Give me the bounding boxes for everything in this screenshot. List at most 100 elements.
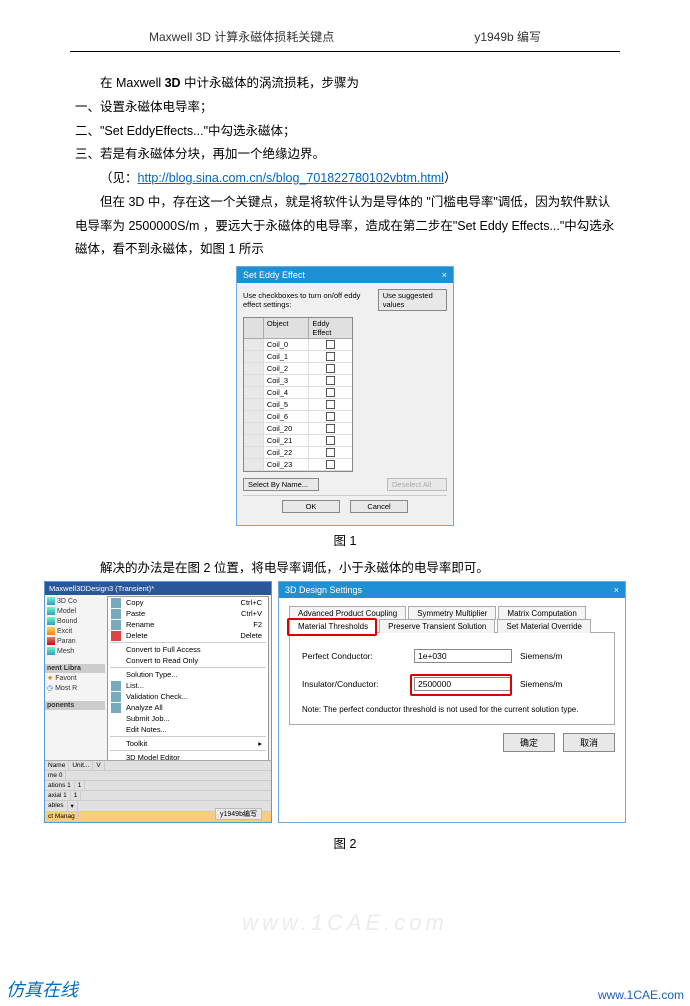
paragraph-2: 但在 3D 中，存在这一个关键点，就是将软件认为是导体的 "门槛电导率"调低，因… xyxy=(75,191,615,262)
menu-item[interactable]: Edit Notes... xyxy=(108,724,268,735)
unit-label: Siemens/m xyxy=(520,651,563,661)
menu-item[interactable]: CopyCtrl+C xyxy=(108,597,268,608)
menu-item-label: Delete xyxy=(126,631,148,640)
copy-icon xyxy=(111,598,121,608)
check-icon xyxy=(111,692,121,702)
perfect-conductor-input[interactable] xyxy=(414,649,512,663)
paragraph-3: 解决的办法是在图 2 位置，将电导率调低，小于永磁体的电导率即可。 xyxy=(75,557,615,581)
project-tree: 3D Co Model Bound Excit Paran Mesh nent … xyxy=(45,596,105,710)
figure-1-label: 图 1 xyxy=(0,530,690,549)
eddy-checkbox[interactable] xyxy=(326,436,335,445)
cancel-button[interactable]: 取消 xyxy=(563,733,615,752)
table-row: Coil_3 xyxy=(244,375,352,387)
menu-item-label: Solution Type... xyxy=(126,670,178,679)
eddy-checkbox[interactable] xyxy=(326,412,335,421)
menu-item[interactable]: List... xyxy=(108,680,268,691)
footer-url: www.1CAE.com xyxy=(598,988,684,1002)
step-3: 三、若是有永磁体分块，再加一个绝缘边界。 xyxy=(75,143,615,167)
menu-item[interactable]: RenameF2 xyxy=(108,619,268,630)
menu-item-label: Submit Job... xyxy=(126,714,170,723)
tab-symmetry-multiplier[interactable]: Symmetry Multiplier xyxy=(408,606,496,620)
table-row: Coil_21 xyxy=(244,435,352,447)
menu-item-label: Paste xyxy=(126,609,145,618)
menu-item[interactable]: Toolkit▸ xyxy=(108,738,268,749)
page-watermark: www.1CAE.com xyxy=(242,910,448,936)
figure-2-label: 图 2 xyxy=(0,833,690,852)
object-grid: Object Eddy Effect Coil_0Coil_1Coil_2Coi… xyxy=(243,317,353,472)
hint-label: Use checkboxes to turn on/off eddy effec… xyxy=(243,291,378,309)
menu-item[interactable]: Analyze All xyxy=(108,702,268,713)
reference-link[interactable]: http://blog.sina.com.cn/s/blog_701822780… xyxy=(138,171,444,185)
paste-icon xyxy=(111,609,121,619)
menu-item-label: List... xyxy=(126,681,144,690)
menu-item-label: Analyze All xyxy=(126,703,163,712)
eddy-checkbox[interactable] xyxy=(326,352,335,361)
table-row: Coil_1 xyxy=(244,351,352,363)
menu-item[interactable]: Validation Check... xyxy=(108,691,268,702)
context-menu-screenshot: Maxwell3DDesign3 (Transient)* 3D Co Mode… xyxy=(44,581,272,823)
menu-item[interactable]: Convert to Full Access xyxy=(108,644,268,655)
table-row: Coil_20 xyxy=(244,423,352,435)
eddy-checkbox[interactable] xyxy=(326,376,335,385)
menu-item-label: Toolkit xyxy=(126,739,147,748)
list-icon xyxy=(111,681,121,691)
eddy-checkbox[interactable] xyxy=(326,460,335,469)
table-row: Coil_22 xyxy=(244,447,352,459)
menu-item[interactable]: DeleteDelete xyxy=(108,630,268,641)
close-icon[interactable]: × xyxy=(442,270,447,280)
column-eddy-effect: Eddy Effect xyxy=(309,318,352,338)
menu-item[interactable]: Submit Job... xyxy=(108,713,268,724)
menu-item-label: Edit Notes... xyxy=(126,725,167,734)
table-row: Coil_0 xyxy=(244,339,352,351)
menu-item[interactable]: PasteCtrl+V xyxy=(108,608,268,619)
perfect-conductor-label: Perfect Conductor: xyxy=(302,651,406,661)
ok-button[interactable]: 确定 xyxy=(503,733,555,752)
table-row: Coil_6 xyxy=(244,411,352,423)
menu-item-label: Rename xyxy=(126,620,154,629)
eddy-checkbox[interactable] xyxy=(326,424,335,433)
page-title: Maxwell 3D 计算永磁体损耗关键点 xyxy=(149,28,334,45)
step-1: 一、设置永磁体电导率； xyxy=(75,96,615,120)
menu-item-label: Convert to Full Access xyxy=(126,645,201,654)
tab-material-thresholds[interactable]: Material Thresholds xyxy=(289,619,377,633)
menu-item-label: Validation Check... xyxy=(126,692,188,701)
tab-preserve-transient[interactable]: Preserve Transient Solution xyxy=(379,619,495,633)
eddy-checkbox[interactable] xyxy=(326,364,335,373)
header-rule xyxy=(70,51,620,52)
unit-label: Siemens/m xyxy=(520,679,563,689)
set-eddy-effect-dialog: Set Eddy Effect × Use checkboxes to turn… xyxy=(236,266,454,526)
analyze-icon xyxy=(111,703,121,713)
table-row: Coil_2 xyxy=(244,363,352,375)
menu-item-label: Convert to Read Only xyxy=(126,656,198,665)
close-icon[interactable]: × xyxy=(614,585,619,595)
deselect-all-button[interactable]: Deselect All xyxy=(387,478,447,491)
page-author: y1949b 编写 xyxy=(474,28,541,45)
menu-item-label: Export Equivalent Circuit xyxy=(126,822,208,823)
select-by-name-button[interactable]: Select By Name... xyxy=(243,478,319,491)
cancel-button[interactable]: Cancel xyxy=(350,500,408,513)
tab-matrix-computation[interactable]: Matrix Computation xyxy=(498,606,585,620)
eddy-checkbox[interactable] xyxy=(326,388,335,397)
reference-line: （见：http://blog.sina.com.cn/s/blog_701822… xyxy=(75,167,615,191)
dialog-title: Set Eddy Effect xyxy=(243,270,305,280)
footer-brand: 仿真在线 xyxy=(6,976,78,1002)
menu-item[interactable]: Solution Type... xyxy=(108,669,268,680)
eddy-checkbox[interactable] xyxy=(326,400,335,409)
note-text: Note: The perfect conductor threshold is… xyxy=(302,705,602,714)
eddy-checkbox[interactable] xyxy=(326,340,335,349)
step-2: 二、"Set EddyEffects..."中勾选永磁体； xyxy=(75,120,615,144)
design-settings-dialog: 3D Design Settings × Advanced Product Co… xyxy=(278,581,626,823)
menu-item-label: Copy xyxy=(126,598,144,607)
tab-set-material-override[interactable]: Set Material Override xyxy=(497,619,591,633)
design-tree-title: Maxwell3DDesign3 (Transient)* xyxy=(45,582,271,595)
eddy-checkbox[interactable] xyxy=(326,448,335,457)
use-suggested-button[interactable]: Use suggested values xyxy=(378,289,447,311)
table-row: Coil_4 xyxy=(244,387,352,399)
paragraph-1: 在 Maxwell 3D 中计永磁体的涡流损耗，步骤为 xyxy=(75,72,615,96)
watermark-label: y1949b编写 xyxy=(215,808,262,820)
column-object: Object xyxy=(264,318,310,338)
menu-item[interactable]: Convert to Read Only xyxy=(108,655,268,666)
rename-icon xyxy=(111,620,121,630)
delete-icon xyxy=(111,631,121,641)
ok-button[interactable]: OK xyxy=(282,500,340,513)
